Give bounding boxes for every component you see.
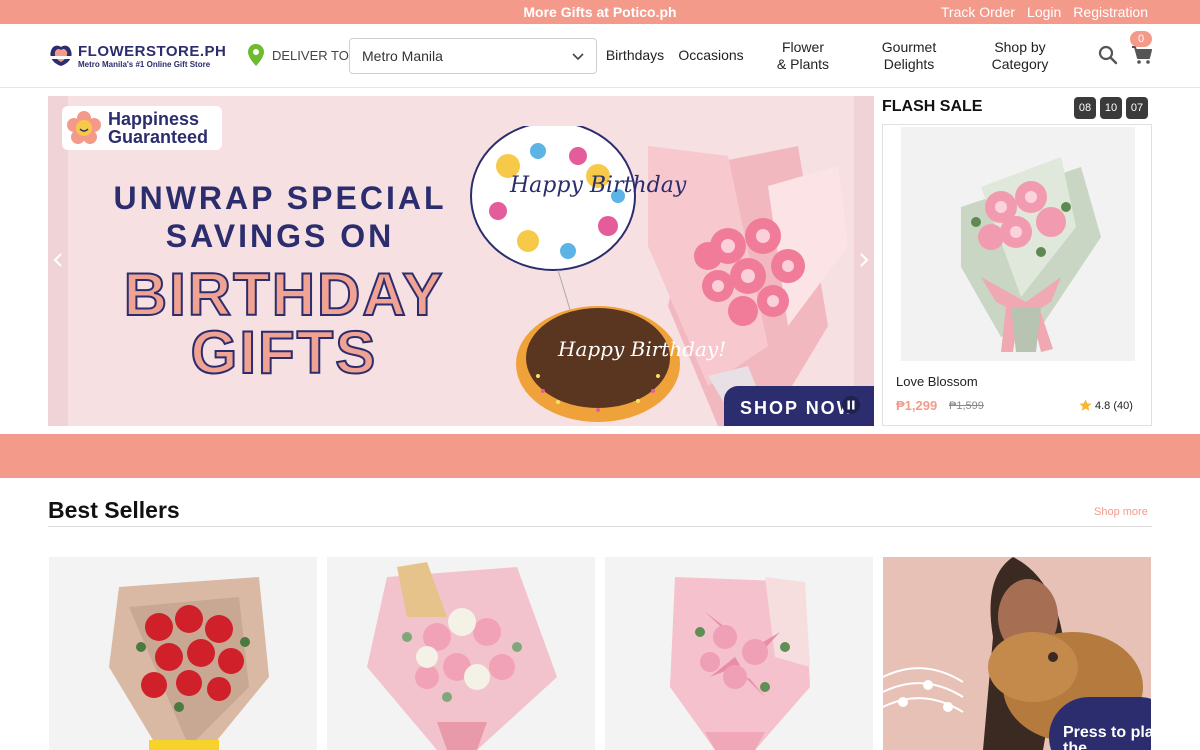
nav-gourmet-delights[interactable]: Gourmet Delights	[872, 39, 946, 73]
flash-sale-title: FLASH SALE	[882, 98, 983, 115]
registration-link[interactable]: Registration	[1073, 4, 1148, 20]
product-card-pink-lilies[interactable]	[605, 557, 873, 750]
hero-gift-illustration: Happy Birthday Happy Birthday!	[470, 126, 848, 426]
shop-more-link[interactable]: Shop more	[1094, 506, 1148, 518]
nav-label: Flower	[781, 39, 824, 55]
red-roses-bouquet-image	[109, 577, 269, 750]
logo-name: FLOWERSTORE.PH	[78, 43, 227, 60]
search-icon[interactable]	[1098, 45, 1118, 65]
product-card-red-roses[interactable]	[49, 557, 317, 750]
smiling-flower-icon	[67, 111, 101, 144]
track-order-link[interactable]: Track Order	[941, 4, 1015, 20]
nav-occasions[interactable]: Occasions	[678, 47, 744, 64]
pink-lilies-bouquet-image	[670, 577, 810, 750]
nav-label: Birthdays	[605, 47, 665, 63]
bouquet-image	[961, 157, 1101, 352]
timer-seconds: 07	[1126, 97, 1148, 119]
press-to-play-badge[interactable]: Press to play the	[1049, 697, 1151, 750]
best-sellers-title: Best Sellers	[48, 497, 180, 523]
rating-value: 4.8	[1095, 400, 1111, 412]
location-pin-icon	[248, 44, 264, 66]
nav-label-line2: Delights	[883, 56, 935, 72]
nav-label: Shop by	[994, 39, 1046, 55]
timer-minutes: 10	[1100, 97, 1122, 119]
hero-big-word-2: GIFTS	[190, 318, 378, 387]
nav-shop-by-category[interactable]: Shop by Category	[984, 39, 1056, 73]
review-count: (40)	[1113, 400, 1133, 412]
flash-product-rating: 4.8 (40)	[1095, 400, 1133, 412]
product-card-plush-toy[interactable]: Press to play the	[883, 557, 1151, 750]
flash-product-name[interactable]: Love Blossom	[896, 374, 978, 389]
flash-product-image	[901, 127, 1135, 361]
hero-headline-line1: UNWRAP SPECIAL	[113, 180, 447, 216]
timer-hours: 08	[1074, 97, 1096, 119]
product-card-pink-white-bouquet[interactable]	[327, 557, 595, 750]
star-icon	[1079, 399, 1092, 411]
pause-icon[interactable]	[842, 396, 860, 414]
nav-label: Gourmet	[881, 39, 937, 55]
login-link[interactable]: Login	[1027, 4, 1061, 20]
logo-tagline: Metro Manila's #1 Online Gift Store	[78, 60, 211, 69]
site-header: FLOWERSTORE.PH Metro Manila's #1 Online …	[0, 24, 1200, 88]
cart-icon[interactable]	[1131, 44, 1153, 66]
nav-birthdays[interactable]: Birthdays	[605, 47, 665, 64]
account-links: Track Order Login Registration	[941, 4, 1148, 20]
carousel-prev-icon[interactable]	[52, 252, 64, 268]
nav-label-line2: Category	[991, 56, 1049, 72]
deliver-to-label: DELIVER TO	[272, 48, 349, 63]
nav-label: Occasions	[678, 47, 744, 63]
nav-label-line2: & Plants	[776, 56, 830, 72]
cart-count-badge: 0	[1130, 31, 1152, 47]
flash-product-price: ₱1,299	[896, 398, 938, 413]
flash-product-old-price: ₱1,599	[949, 400, 984, 412]
delivery-location-select[interactable]: Metro Manila	[349, 38, 597, 74]
top-promo-bar: More Gifts at Potico.ph Track Order Logi…	[0, 0, 1200, 24]
balloon-text: Happy Birthday	[509, 173, 687, 198]
flash-sale-product-card[interactable]: Love Blossom ₱1,299 ₱1,599 4.8 (40)	[882, 124, 1152, 426]
delivery-location-value: Metro Manila	[362, 48, 443, 64]
hero-banner[interactable]: Happiness Guaranteed UNWRAP SPECIAL SAVI…	[48, 96, 874, 426]
pink-white-bouquet-image	[367, 562, 557, 750]
promo-band	[0, 434, 1200, 478]
logo-flower-icon	[50, 45, 72, 66]
chevron-down-icon	[572, 53, 584, 61]
happiness-guaranteed-text: Happiness Guaranteed	[108, 109, 209, 147]
happiness-guaranteed-badge: Happiness Guaranteed	[62, 106, 222, 150]
cake-text: Happy Birthday!	[557, 337, 726, 361]
carousel-next-icon[interactable]	[858, 252, 870, 268]
section-divider	[48, 526, 1152, 527]
site-logo[interactable]: FLOWERSTORE.PH Metro Manila's #1 Online …	[48, 42, 238, 72]
hero-headline-line2: SAVINGS ON	[165, 218, 395, 254]
nav-flower-plants[interactable]: Flower & Plants	[768, 39, 838, 73]
